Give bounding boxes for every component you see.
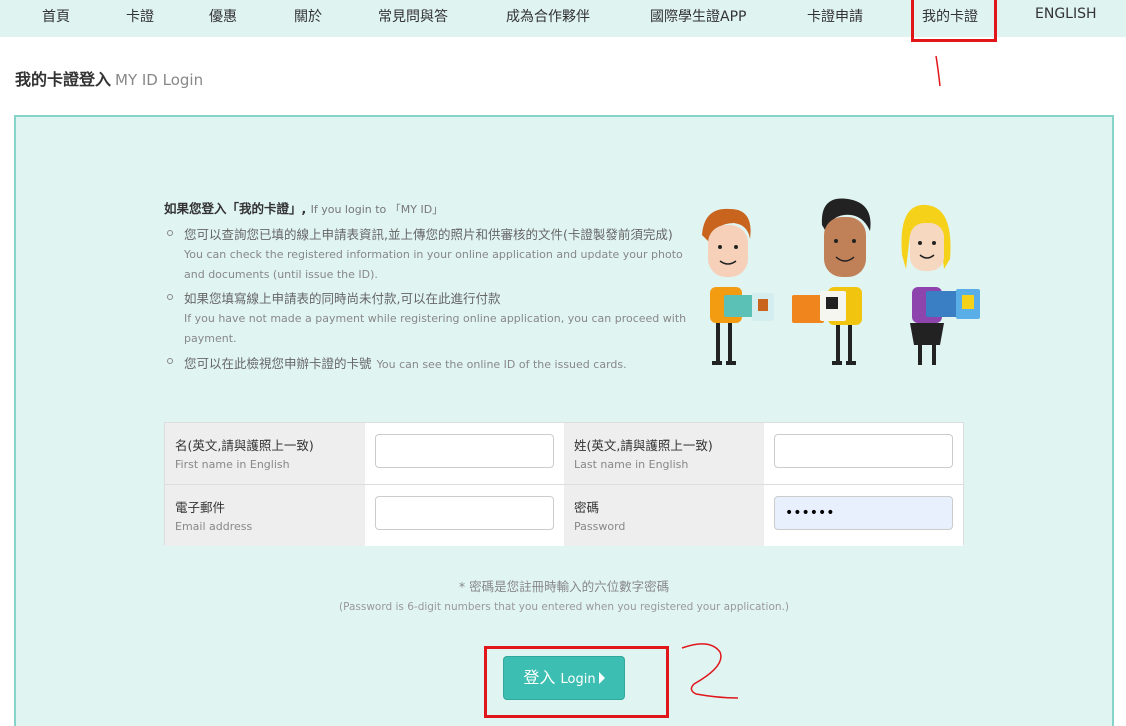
bullet-icon [167,230,173,236]
info-item-zh: 如果您填寫線上申請表的同時尚未付款,可以在此進行付款 [184,291,501,306]
last-name-label-en: Last name in English [574,458,689,471]
nav-item-app[interactable]: 國際學生證APP [650,6,746,26]
person-1-illustration [702,208,774,365]
email-cell [365,485,564,546]
password-note: * 密碼是您註冊時輸入的六位數字密碼 (Password is 6-digit … [164,576,964,613]
annotation-mark-2 [681,643,739,699]
first-name-input[interactable] [375,434,554,468]
people-with-cards-illustration [702,198,980,365]
person-2-illustration [792,198,871,365]
password-input[interactable] [774,496,953,530]
info-item-en: You can see the online ID of the issued … [376,358,627,371]
first-name-cell [365,423,564,484]
nav-item-about[interactable]: 關於 [294,6,322,26]
nav-item-english[interactable]: ENGLISH [1035,6,1097,22]
email-label-en: Email address [175,520,253,533]
page-title-zh: 我的卡證登入 [15,70,112,89]
list-item: 您可以在此檢視您申辦卡證的卡號 You can see the online I… [164,353,694,372]
password-label-zh: 密碼 [574,500,600,515]
caret-right-icon [598,672,605,684]
login-button-label-en: Login [560,672,596,687]
nav-item-faq[interactable]: 常見問與答 [378,6,448,26]
email-label: 電子郵件 Email address [165,485,365,546]
info-section: 如果您登入「我的卡證」, If you login to 「MY ID」 您可以… [164,198,694,376]
info-item-zh: 您可以查詢您已填的線上申請表資訊,並上傳您的照片和供審核的文件(卡證製發前須完成… [184,227,673,242]
list-item: 如果您填寫線上申請表的同時尚未付款,可以在此進行付款 If you have n… [164,289,694,349]
nav-item-home[interactable]: 首頁 [42,6,70,26]
nav-item-partner[interactable]: 成為合作夥伴 [506,6,590,26]
first-name-label-zh: 名(英文,請與護照上一致) [175,438,314,453]
last-name-input[interactable] [774,434,953,468]
last-name-label: 姓(英文,請與護照上一致) Last name in English [564,423,764,484]
info-heading-zh: 如果您登入「我的卡證」, [164,201,307,216]
info-heading-en: If you login to 「MY ID」 [310,203,444,216]
email-label-zh: 電子郵件 [175,500,226,515]
info-item-en: If you have not made a payment while reg… [184,312,687,345]
person-3-illustration [901,204,980,365]
password-note-en: (Password is 6-digit numbers that you en… [339,601,789,613]
email-input[interactable] [375,496,554,530]
login-form: 名(英文,請與護照上一致) First name in English 姓(英文… [164,422,964,546]
nav-item-offers[interactable]: 優惠 [209,6,237,26]
password-note-zh: * 密碼是您註冊時輸入的六位數字密碼 [458,579,670,594]
first-name-label: 名(英文,請與護照上一致) First name in English [165,423,365,484]
annotation-mark-1 [935,55,941,87]
password-cell [764,485,963,546]
password-label: 密碼 Password [564,485,764,546]
page-title: 我的卡證登入 MY ID Login [15,66,203,90]
nav-item-cards[interactable]: 卡證 [126,6,154,26]
login-button-label-zh: 登入 [523,668,556,687]
page-title-en: MY ID Login [115,71,204,89]
first-name-label-en: First name in English [175,458,290,471]
info-item-zh: 您可以在此檢視您申辦卡證的卡號 [184,356,372,371]
nav-item-apply[interactable]: 卡證申請 [807,6,863,26]
info-heading: 如果您登入「我的卡證」, If you login to 「MY ID」 [164,198,694,217]
info-list: 您可以查詢您已填的線上申請表資訊,並上傳您的照片和供審核的文件(卡證製發前須完成… [164,225,694,372]
password-label-en: Password [574,520,626,533]
annotation-box-nav [911,0,997,42]
info-item-en: You can check the registered information… [184,248,683,281]
bullet-icon [167,294,173,300]
login-button[interactable]: 登入 Login [503,656,625,700]
last-name-cell [764,423,963,484]
bullet-icon [167,358,173,364]
list-item: 您可以查詢您已填的線上申請表資訊,並上傳您的照片和供審核的文件(卡證製發前須完成… [164,225,694,285]
last-name-label-zh: 姓(英文,請與護照上一致) [574,438,713,453]
